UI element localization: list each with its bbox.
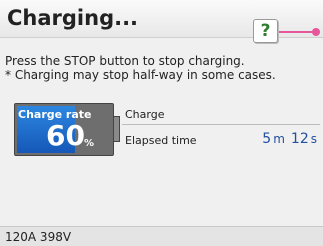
warning-text: * Charging may stop half-way in some cas… [5,68,276,82]
pointer-line [279,31,315,33]
status-text: 120A 398V [5,230,72,244]
charge-rate-unit: % [84,138,95,149]
help-button[interactable]: ? [253,19,278,43]
page-title: Charging... [7,6,139,30]
charge-heading: Charge [125,108,165,121]
charge-rate-value: 60 [46,119,85,152]
divider [122,124,320,125]
elapsed-seconds: 12 [290,131,309,147]
pointer-dot [312,28,320,36]
instruction-text: Press the STOP button to stop charging. [5,54,245,68]
elapsed-time-label: Elapsed time [125,134,197,147]
elapsed-minutes-unit: m [273,132,285,146]
elapsed-time-value: 5 m 12 s [262,131,317,147]
elapsed-seconds-unit: s [310,132,317,146]
battery-cap [114,116,120,142]
elapsed-minutes: 5 [262,131,272,147]
